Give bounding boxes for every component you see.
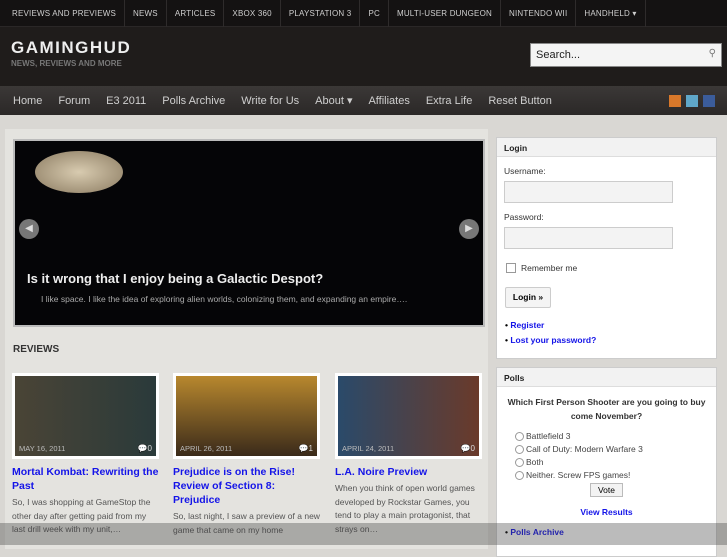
slider-next-arrow-icon[interactable]: ▶	[459, 219, 479, 239]
review-thumbnail[interactable]: APRIL 24, 2011 💬0	[335, 373, 482, 459]
username-input[interactable]	[504, 181, 673, 203]
topbar-pc[interactable]: PC	[360, 0, 389, 27]
polls-archive-link[interactable]: Polls Archive	[505, 527, 716, 537]
review-card: APRIL 26, 2011 💬1 Prejudice is on the Ris…	[173, 373, 320, 537]
nav-affiliates[interactable]: Affiliates	[360, 95, 417, 107]
view-results-link[interactable]: View Results	[497, 507, 716, 517]
topbar-reviews[interactable]: Reviews and Previews	[4, 0, 126, 27]
polls-widget: Polls Which First Person Shooter are you…	[496, 367, 717, 557]
login-widget: Login Username: Password: Remember me Lo…	[496, 137, 717, 359]
comment-count[interactable]: 💬0	[461, 444, 475, 453]
nav-extra-life[interactable]: Extra Life	[418, 95, 480, 107]
site-header: GAMINGHUD NEWS, REVIEWS AND MORE Search.…	[0, 27, 727, 86]
review-thumbnail[interactable]: APRIL 26, 2011 💬1	[173, 373, 320, 459]
search-input[interactable]: Search... ⚲	[530, 43, 722, 67]
search-placeholder: Search...	[536, 49, 581, 61]
rss-icon[interactable]	[669, 95, 681, 107]
topbar-wii[interactable]: Nintendo Wii	[501, 0, 577, 27]
slide-excerpt: I like space. I like the idea of explori…	[41, 294, 408, 304]
slide-image-planet	[35, 151, 123, 193]
review-date: MAY 16, 2011	[19, 444, 66, 453]
nav-forum[interactable]: Forum	[50, 95, 98, 107]
reviews-heading: REVIEWS	[13, 344, 60, 355]
poll-option[interactable]: Battlefield 3	[515, 431, 716, 441]
review-excerpt: When you think of open world games devel…	[335, 483, 475, 534]
nav-about[interactable]: About ▾	[307, 94, 360, 107]
review-title[interactable]: Mortal Kombat: Rewriting the Past	[12, 465, 159, 493]
featured-slider[interactable]: ◀ ▶ Is it wrong that I enjoy being a Gal…	[13, 139, 485, 327]
login-button[interactable]: Login »	[505, 287, 551, 308]
review-excerpt: So, I was shopping at GameStop the other…	[12, 497, 151, 534]
review-title[interactable]: Prejudice is on the Rise! Review of Sect…	[173, 465, 320, 507]
review-card: MAY 16, 2011 💬0 Mortal Kombat: Rewriting …	[12, 373, 159, 537]
nav-write[interactable]: Write for Us	[233, 95, 307, 107]
review-date: APRIL 24, 2011	[342, 444, 395, 453]
nav-e3[interactable]: E3 2011	[98, 95, 154, 107]
topbar-articles[interactable]: Articles	[167, 0, 225, 27]
nav-polls-archive[interactable]: Polls Archive	[154, 95, 233, 107]
review-thumbnail[interactable]: MAY 16, 2011 💬0	[12, 373, 159, 459]
review-date: APRIL 26, 2011	[180, 444, 233, 453]
register-link[interactable]: Register	[505, 320, 716, 330]
poll-question: Which First Person Shooter are you going…	[507, 397, 706, 421]
slide-title[interactable]: Is it wrong that I enjoy being a Galacti…	[27, 271, 323, 286]
topbar-ps3[interactable]: Playstation 3	[281, 0, 361, 27]
poll-option[interactable]: Both	[515, 457, 716, 467]
lost-password-link[interactable]: Lost your password?	[505, 335, 716, 345]
review-title[interactable]: L.A. Noire Preview	[335, 465, 482, 479]
comment-count[interactable]: 💬1	[299, 444, 313, 453]
nav-reset[interactable]: Reset Button	[480, 95, 560, 107]
topbar-mud[interactable]: Multi-User Dungeon	[389, 0, 501, 27]
search-icon[interactable]: ⚲	[709, 48, 716, 59]
nav-home[interactable]: Home	[5, 95, 50, 107]
login-title: Login	[497, 138, 716, 157]
username-label: Username:	[504, 166, 546, 176]
site-tagline: NEWS, REVIEWS AND MORE	[11, 59, 122, 68]
main-nav: Home Forum E3 2011 Polls Archive Write f…	[0, 86, 727, 115]
poll-option[interactable]: Call of Duty: Modern Warfare 3	[515, 444, 716, 454]
topbar-xbox[interactable]: Xbox 360	[224, 0, 281, 27]
slider-prev-arrow-icon[interactable]: ◀	[19, 219, 39, 239]
comment-count[interactable]: 💬0	[138, 444, 152, 453]
polls-title: Polls	[497, 368, 716, 387]
review-excerpt: So, last night, I saw a preview of a new…	[173, 511, 320, 535]
topbar-handheld[interactable]: Handheld ▾	[576, 0, 646, 27]
password-input[interactable]	[504, 227, 673, 249]
poll-option[interactable]: Neither. Screw FPS games!	[515, 470, 716, 480]
topbar-news[interactable]: News	[125, 0, 167, 27]
top-category-bar: Reviews and Previews News Articles Xbox …	[0, 0, 727, 27]
remember-me-checkbox[interactable]: Remember me	[506, 263, 707, 273]
facebook-icon[interactable]	[703, 95, 715, 107]
twitter-icon[interactable]	[686, 95, 698, 107]
password-label: Password:	[504, 212, 544, 222]
vote-button[interactable]: Vote	[590, 483, 623, 497]
site-logo[interactable]: GAMINGHUD	[11, 38, 131, 58]
review-card: APRIL 24, 2011 💬0 L.A. Noire Preview When…	[335, 373, 482, 536]
